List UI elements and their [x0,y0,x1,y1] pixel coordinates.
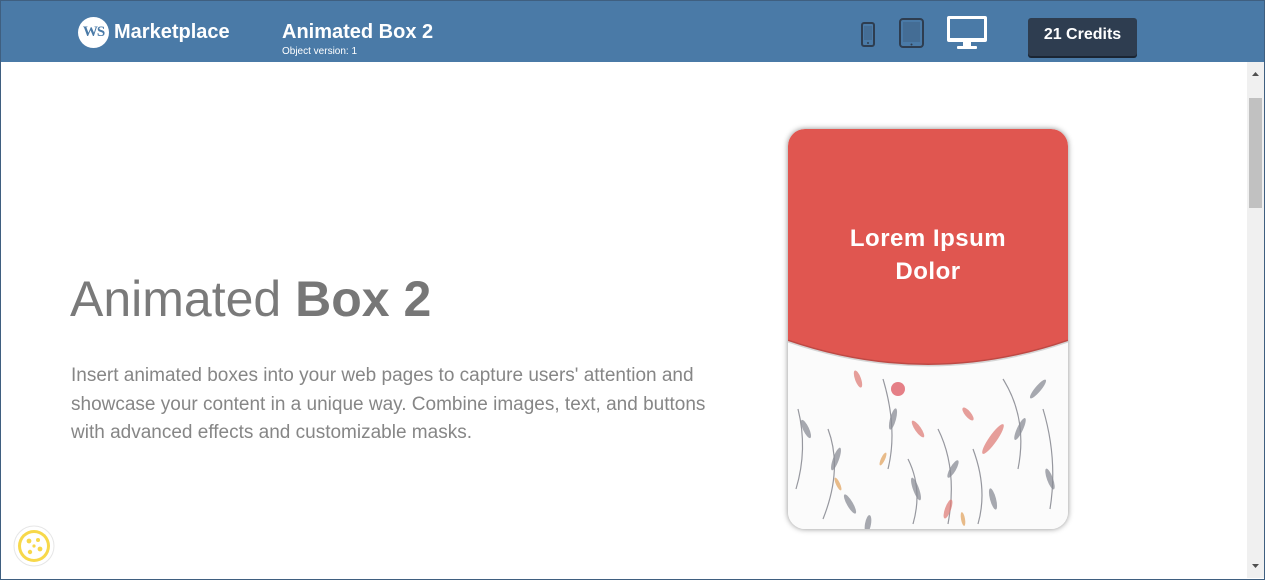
scroll-up-arrow-icon[interactable] [1247,66,1264,83]
credits-button[interactable]: 21 Credits [1028,18,1137,56]
logo-text: WS [82,24,105,40]
tablet-icon[interactable] [899,18,924,48]
desktop-icon[interactable] [946,15,988,50]
floral-pattern-image [788,129,1068,529]
card-heading-line1: Lorem Ipsum [849,225,1007,252]
scrollbar-thumb[interactable] [1249,98,1262,208]
hero-title-light: Animated [70,271,296,327]
brand-name[interactable]: Marketplace [114,21,230,44]
vertical-scrollbar[interactable] [1247,62,1264,578]
marketplace-logo[interactable]: WS [78,17,109,48]
card-heading-line2: Dolor [895,258,961,285]
animated-box-preview[interactable]: Lorem Ipsum Dolor [788,129,1068,529]
card-heading: Lorem Ipsum Dolor [788,222,1068,288]
hero-description: Insert animated boxes into your web page… [71,365,706,443]
mobile-icon[interactable] [861,22,875,47]
cookie-icon[interactable] [13,525,55,567]
scroll-down-arrow-icon[interactable] [1247,557,1264,574]
object-title: Animated Box 2 [282,21,434,43]
hero-title: Animated Box 2 [70,270,431,328]
object-version: Object version: 1 [282,46,358,57]
top-bar: WS Marketplace Animated Box 2 Object ver… [1,1,1264,62]
hero-title-bold: Box 2 [295,271,432,327]
